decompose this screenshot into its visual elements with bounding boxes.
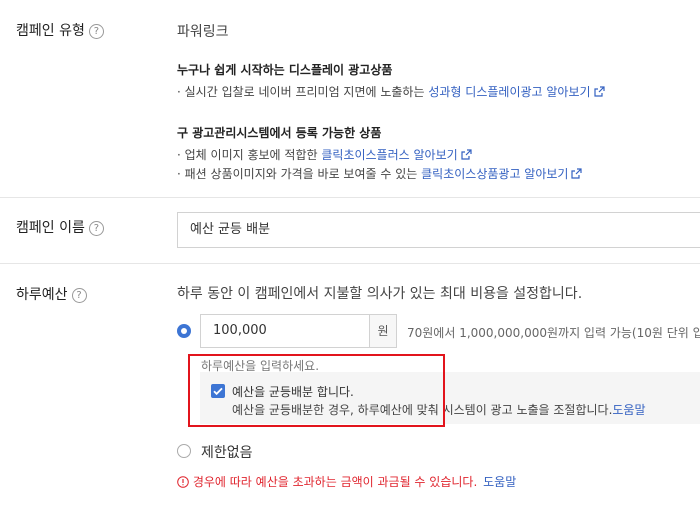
unlimited-label: 제한없음 <box>201 445 253 461</box>
divider <box>0 263 700 264</box>
budget-warning: 경우에 따라 예산을 초과하는 금액이 과금될 수 있습니다. 도움말 <box>177 473 516 490</box>
budget-amount-input[interactable]: 100,000 <box>200 314 370 348</box>
external-link-icon[interactable] <box>571 168 583 179</box>
legacy-section-title: 구 광고관리시스템에서 등록 가능한 상품 <box>177 126 382 140</box>
unlimited-radio[interactable] <box>177 444 191 458</box>
warning-icon <box>177 476 189 488</box>
campaign-type-value: 파워링크 <box>177 24 229 40</box>
campaign-type-label: 캠페인 유형 <box>16 23 85 39</box>
help-icon[interactable]: ? <box>88 24 104 39</box>
external-link-icon[interactable] <box>461 149 472 160</box>
campaign-name-input[interactable]: 예산 균등 배분 <box>177 212 700 248</box>
display-ad-section-title: 누구나 쉽게 시작하는 디스플레이 광고상품 <box>177 63 393 77</box>
clickchoice-plus-text: 업체 이미지 홍보에 적합한 <box>184 148 318 162</box>
display-ad-item-text: 실시간 입찰로 네이버 프리미엄 지면에 노출하는 <box>184 85 425 99</box>
campaign-name-label-row: 캠페인 이름? <box>16 217 104 237</box>
help-icon[interactable]: ? <box>88 221 104 236</box>
budget-amount-radio[interactable] <box>177 324 191 338</box>
display-ad-item: · 실시간 입찰로 네이버 프리미엄 지면에 노출하는 성과형 디스플레이광고 … <box>177 83 605 100</box>
clickchoice-plus-link[interactable]: 클릭초이스플러스 알아보기 <box>321 148 457 162</box>
budget-range-hint: 70원에서 1,000,000,000원까지 입력 가능(10원 단위 입 <box>407 326 700 340</box>
divider <box>0 197 700 198</box>
clickchoice-plus-item: · 업체 이미지 홍보에 적합한 클릭초이스플러스 알아보기 <box>177 146 472 163</box>
campaign-type-label-row: 캠페인 유형? <box>16 20 104 40</box>
clickchoice-product-text: 패션 상품이미지와 가격을 바로 보여줄 수 있는 <box>184 167 418 181</box>
display-ad-link[interactable]: 성과형 디스플레이광고 알아보기 <box>428 85 590 99</box>
budget-warning-text: 경우에 따라 예산을 초과하는 금액이 과금될 수 있습니다. <box>192 475 478 489</box>
campaign-name-label: 캠페인 이름 <box>16 220 85 236</box>
daily-budget-label: 하루예산 <box>16 287 68 303</box>
highlight-box <box>188 354 445 427</box>
even-distribution-help-link[interactable]: 도움말 <box>612 403 645 417</box>
clickchoice-product-item: · 패션 상품이미지와 가격을 바로 보여줄 수 있는 클릭초이스상품광고 알아… <box>177 165 583 182</box>
daily-budget-label-row: 하루예산? <box>16 284 87 304</box>
clickchoice-product-link[interactable]: 클릭초이스상품광고 알아보기 <box>421 167 568 181</box>
external-link-icon[interactable] <box>593 86 605 97</box>
budget-warning-help-link[interactable]: 도움말 <box>483 475 516 489</box>
help-icon[interactable]: ? <box>71 288 87 303</box>
daily-budget-description: 하루 동안 이 캠페인에서 지불할 의사가 있는 최대 비용을 설정합니다. <box>177 286 583 302</box>
budget-unit: 원 <box>369 314 397 348</box>
